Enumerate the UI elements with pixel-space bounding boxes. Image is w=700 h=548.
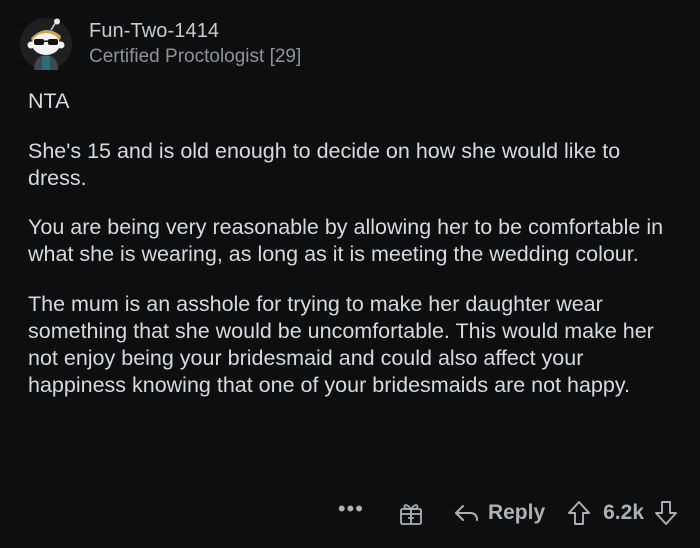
- username[interactable]: Fun-Two-1414: [89, 18, 301, 44]
- reply-button[interactable]: Reply: [454, 501, 545, 525]
- avatar[interactable]: [20, 18, 72, 70]
- comment-actions: ••• Reply 6.2k: [338, 496, 678, 530]
- comment-header: Fun-Two-1414 Certified Proctologist [29]: [20, 12, 301, 76]
- snoo-avatar-icon: [20, 18, 72, 70]
- comment-paragraph: You are being very reasonable by allowin…: [28, 215, 664, 266]
- gift-award-icon[interactable]: [398, 500, 424, 526]
- reply-label: Reply: [487, 501, 546, 524]
- comment-body: NTA She's 15 and is old enough to decide…: [28, 88, 678, 422]
- comment: Fun-Two-1414 Certified Proctologist [29]…: [0, 0, 700, 548]
- reply-arrow-icon: [454, 505, 478, 521]
- vote-controls: 6.2k: [567, 500, 678, 526]
- comment-paragraph: NTA: [28, 89, 70, 113]
- upvote-arrow-icon[interactable]: [567, 500, 591, 526]
- comment-paragraph: She's 15 and is old enough to decide on …: [28, 139, 621, 190]
- user-meta: Fun-Two-1414 Certified Proctologist [29]: [89, 18, 301, 70]
- vote-score: 6.2k: [603, 501, 644, 524]
- comment-paragraph: The mum is an asshole for trying to make…: [28, 292, 654, 397]
- user-flair: Certified Proctologist [29]: [89, 46, 302, 67]
- more-options-button[interactable]: •••: [338, 498, 364, 520]
- downvote-arrow-icon[interactable]: [654, 500, 678, 526]
